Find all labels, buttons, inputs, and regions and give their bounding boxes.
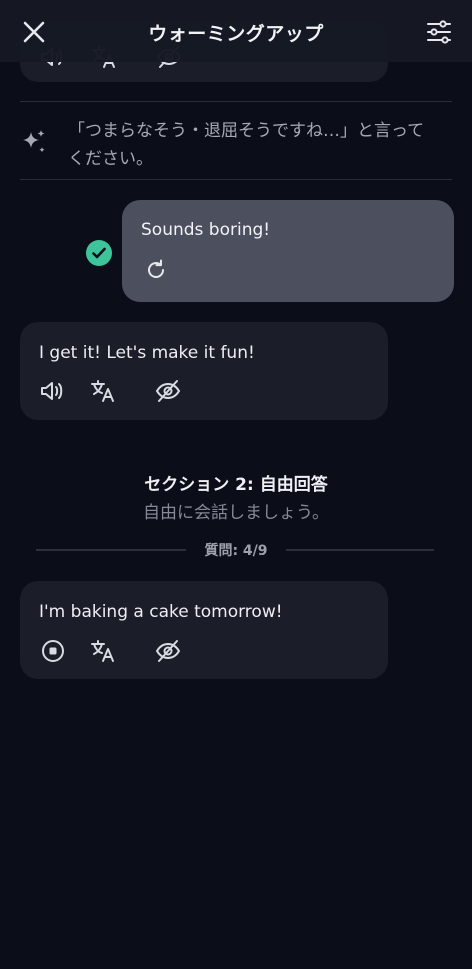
user-message-text: Sounds boring! [141,220,271,240]
sparkle-icon [23,130,45,153]
check-circle-icon [86,240,112,266]
divider-bottom [20,179,452,180]
message-actions [39,378,189,404]
instruction-text: 「つまらなそう・退屈そうですね…」と言ってください。 [68,121,425,169]
ai-message-bubble: I'm baking a cake tomorrow! [20,581,388,679]
translate-icon[interactable] [90,378,116,404]
speaker-icon[interactable] [39,378,65,404]
top-bar: ウォーミングアップ [0,0,472,62]
translate-icon[interactable] [90,638,116,664]
section-title: セクション 2: 自由回答 [144,475,328,495]
progress-line-right [286,549,434,551]
hide-icon[interactable] [155,378,181,404]
stop-icon[interactable] [40,638,66,664]
message-actions [39,638,189,664]
ai-message-text: I'm baking a cake tomorrow! [39,602,283,622]
section-subtitle: 自由に会話しましょう。 [143,503,329,523]
sliders-icon[interactable] [426,19,452,45]
ai-message-text: I get it! Let's make it fun! [39,343,255,363]
retry-icon[interactable] [144,258,168,282]
hide-icon[interactable] [155,638,181,664]
ai-message-bubble: I get it! Let's make it fun! [20,322,388,420]
divider-top [20,101,452,102]
user-message-bubble: Sounds boring! [122,200,454,302]
page-title: ウォーミングアップ [148,23,324,45]
